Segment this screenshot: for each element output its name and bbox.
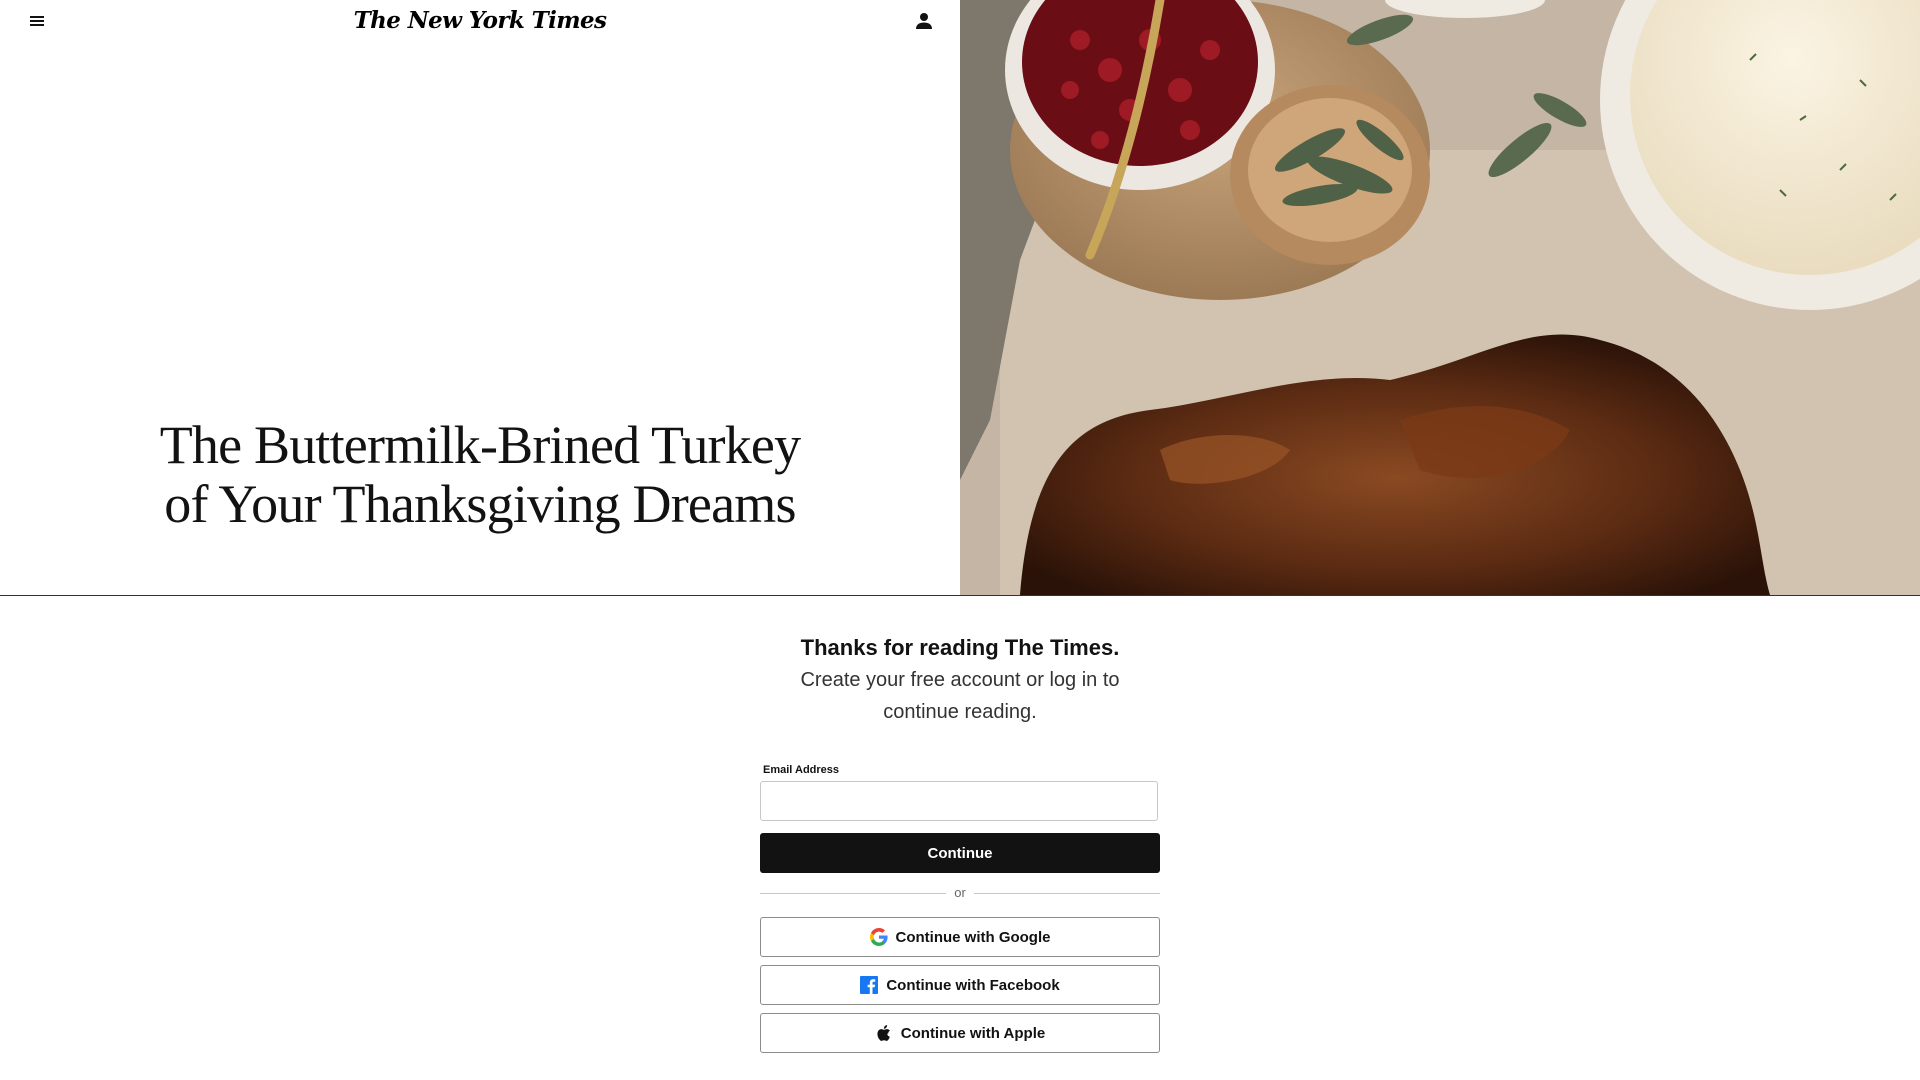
google-icon xyxy=(869,928,888,946)
hero-image xyxy=(960,0,1920,595)
continue-with-facebook-button[interactable]: Continue with Facebook xyxy=(760,965,1160,1005)
masthead: The New York Times xyxy=(0,0,960,42)
hamburger-menu-icon[interactable] xyxy=(26,10,48,32)
facebook-icon xyxy=(860,976,879,994)
regiwall-title: Thanks for reading The Times. xyxy=(800,635,1120,660)
nyt-logo[interactable]: The New York Times xyxy=(340,2,620,40)
email-field[interactable] xyxy=(760,781,1158,821)
continue-with-google-button[interactable]: Continue with Google xyxy=(760,917,1160,957)
email-label: Email Address xyxy=(763,764,840,776)
or-divider: or xyxy=(760,884,1160,902)
article-headline: The Buttermilk-Brined Turkey of Your Tha… xyxy=(159,415,801,534)
regiwall-subtitle: Create your free account or log in to co… xyxy=(800,669,1120,723)
continue-with-apple-button[interactable]: Continue with Apple xyxy=(760,1013,1160,1053)
google-button-label: Continue with Google xyxy=(895,928,1051,946)
registration-wall: Thanks for reading The Times. Create you… xyxy=(0,596,1920,1080)
user-account-icon[interactable] xyxy=(912,9,936,33)
article-hero: The New York Times The Buttermilk-Brined… xyxy=(0,0,1920,596)
continue-button[interactable]: Continue xyxy=(760,833,1160,873)
divider-line xyxy=(974,893,1160,894)
facebook-button-label: Continue with Facebook xyxy=(886,976,1060,994)
hero-text-panel: The New York Times The Buttermilk-Brined… xyxy=(0,0,960,595)
apple-icon xyxy=(875,1024,893,1042)
apple-button-label: Continue with Apple xyxy=(900,1024,1046,1042)
